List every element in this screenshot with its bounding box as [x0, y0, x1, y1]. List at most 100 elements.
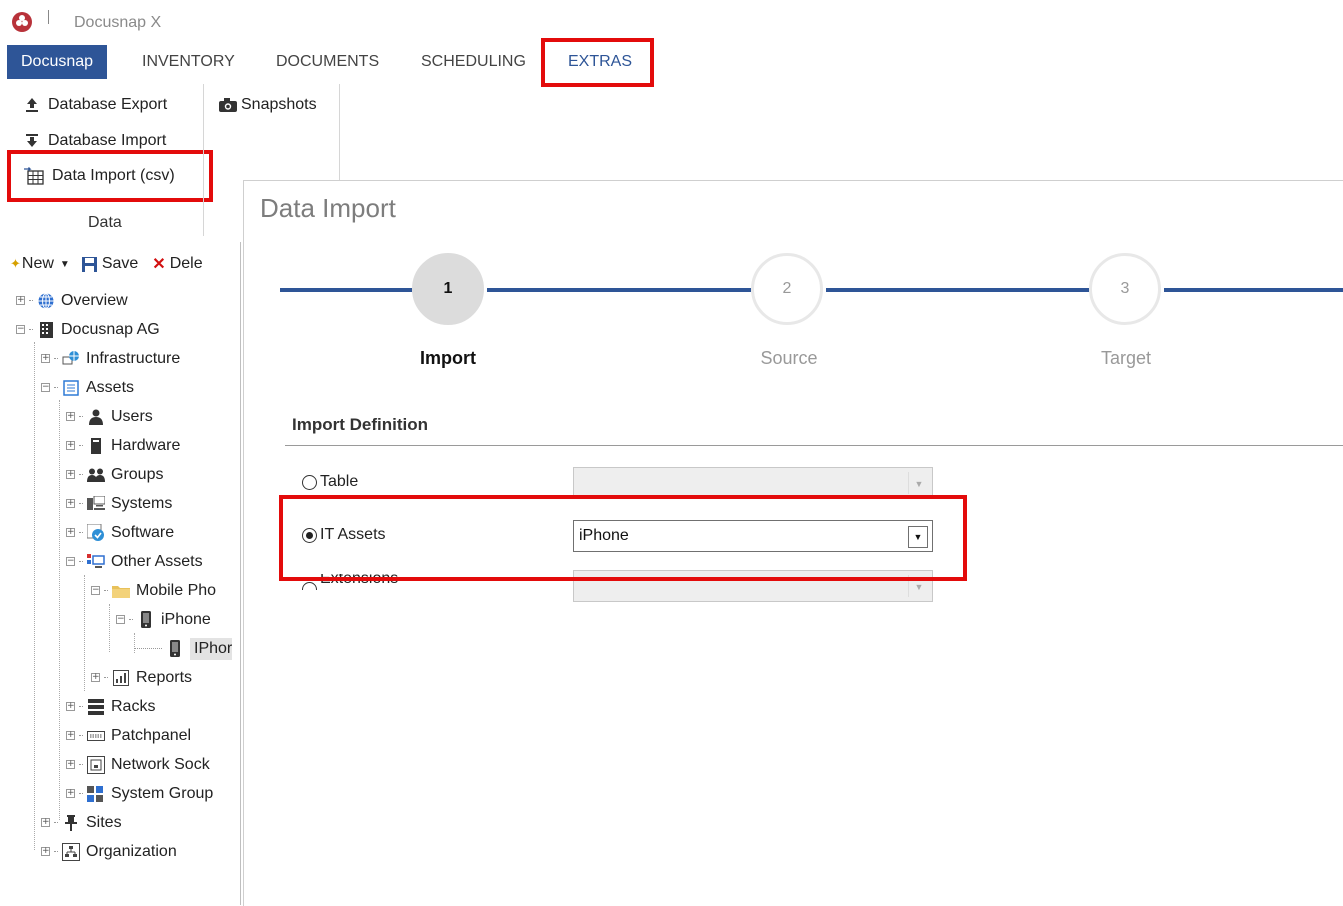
tree-item-hardware[interactable]: + Hardware	[66, 431, 180, 460]
tree-label: Organization	[86, 842, 177, 860]
highlight-extras	[541, 38, 654, 87]
assets-icon	[62, 379, 80, 397]
download-icon	[26, 134, 38, 147]
network-globe-icon	[62, 350, 80, 368]
tree-view: + Overview − Docusnap AG + Infrastructur…	[0, 286, 241, 906]
tree-item-assets[interactable]: − Assets	[41, 373, 134, 402]
delete-label: Dele	[169, 255, 203, 272]
tree-item-iphone[interactable]: IPhor	[134, 634, 233, 663]
database-export-button[interactable]: Database Export	[24, 93, 167, 117]
save-icon	[81, 256, 97, 272]
tree-label: Network Sock	[111, 755, 210, 773]
tab-scheduling[interactable]: SCHEDULING	[407, 45, 540, 79]
camera-icon	[219, 98, 237, 112]
upload-icon	[26, 98, 38, 112]
phone-icon	[166, 640, 184, 658]
tree-item-system-groups[interactable]: + System Group	[66, 779, 213, 808]
tree-label: Assets	[86, 378, 135, 396]
database-export-label: Database Export	[48, 96, 168, 113]
other-assets-icon	[87, 553, 105, 571]
wizard-step-2[interactable]: 2	[751, 253, 823, 325]
tree-item-iphone-folder[interactable]: − iPhone	[116, 605, 211, 634]
tree-label: Overview	[61, 291, 128, 309]
tree-item-network-sockets[interactable]: + Network Sock	[66, 750, 210, 779]
tree-item-users[interactable]: + Users	[66, 402, 153, 431]
tree-connector	[34, 342, 35, 850]
group-icon	[87, 466, 105, 484]
wizard-step-2-label: Source	[760, 348, 818, 368]
tree-item-software[interactable]: + Software	[66, 518, 174, 547]
wizard-step-3-label: Target	[1100, 348, 1152, 368]
tree-label: Infrastructure	[86, 349, 181, 367]
tree-item-sites[interactable]: + Sites	[41, 808, 122, 837]
software-icon	[87, 523, 105, 542]
tree-item-racks[interactable]: + Racks	[66, 692, 155, 721]
tree-item-groups[interactable]: + Groups	[66, 460, 163, 489]
section-divider	[285, 445, 1343, 446]
tree-item-systems[interactable]: + Systems	[66, 489, 172, 518]
section-title: Import Definition	[292, 415, 428, 434]
chevron-down-icon: ▼	[908, 472, 929, 494]
tree-item-organization[interactable]: + Organization	[41, 837, 177, 866]
tree-label: System Group	[111, 784, 214, 802]
tree-item-reports[interactable]: + Reports	[91, 663, 192, 692]
tree-item-mobile-phones[interactable]: − Mobile Pho	[91, 576, 216, 605]
tab-inventory[interactable]: INVENTORY	[128, 45, 249, 79]
tree-item-docusnap-ag[interactable]: − Docusnap AG	[16, 315, 160, 344]
phone-icon	[137, 611, 155, 629]
wizard-step-1[interactable]: 1	[412, 253, 484, 325]
report-icon	[112, 669, 130, 687]
delete-button[interactable]: ✕ Dele	[152, 254, 202, 274]
tree-item-other-assets[interactable]: − Other Assets	[66, 547, 203, 576]
table-option[interactable]: Table	[302, 473, 358, 491]
title-separator	[48, 10, 49, 24]
table-radio[interactable]	[302, 474, 317, 490]
dialog-title: Data Import	[260, 193, 396, 223]
highlight-data-import	[7, 150, 213, 202]
wizard-line	[826, 288, 1089, 292]
tree-label: Docusnap AG	[61, 320, 160, 338]
ribbon-separator	[339, 84, 340, 180]
chevron-down-icon: ▼	[59, 258, 70, 270]
tree-label: IPhor	[190, 637, 233, 660]
tree-label: Systems	[111, 494, 173, 512]
save-label: Save	[101, 255, 139, 272]
tree-label: Mobile Pho	[136, 581, 217, 599]
tree-label: Reports	[136, 668, 193, 686]
tree-label: iPhone	[161, 610, 211, 628]
delete-icon: ✕	[152, 256, 166, 273]
highlight-it-assets	[279, 495, 967, 581]
systems-icon	[87, 495, 105, 513]
tab-docusnap[interactable]: Docusnap	[7, 45, 108, 79]
tree-item-patchpanel[interactable]: + Patchpanel	[66, 721, 191, 750]
tree-label: Other Assets	[111, 552, 203, 570]
pin-icon	[62, 814, 80, 832]
wizard-line	[487, 288, 751, 292]
tree-label: Patchpanel	[111, 726, 192, 744]
tree-label: Sites	[86, 813, 122, 831]
rack-icon	[87, 698, 105, 716]
tree-connector	[84, 575, 85, 691]
tree-label: Racks	[111, 697, 156, 715]
org-chart-icon	[62, 842, 80, 861]
tree-connector	[109, 604, 110, 652]
ribbon-group-label: Data	[88, 214, 122, 231]
save-button[interactable]: Save	[81, 255, 139, 273]
tree-label: Users	[111, 407, 153, 425]
wizard-step-3[interactable]: 3	[1089, 253, 1161, 325]
pane-divider[interactable]	[240, 242, 241, 905]
wizard-line	[1164, 288, 1343, 292]
ribbon-separator	[203, 84, 204, 236]
tree-item-overview[interactable]: + Overview	[16, 286, 128, 315]
new-icon: ✦	[10, 256, 21, 271]
tab-documents[interactable]: DOCUMENTS	[262, 45, 393, 79]
tree-label: Software	[111, 523, 175, 541]
tree-item-infrastructure[interactable]: + Infrastructure	[41, 344, 180, 373]
wizard-step-1-label: Import	[420, 348, 476, 368]
new-button[interactable]: ✦ New ▼	[10, 255, 70, 273]
hardware-icon	[87, 437, 105, 455]
extensions-radio[interactable]	[302, 582, 317, 590]
snapshots-button[interactable]: Snapshots	[219, 93, 317, 117]
table-option-label: Table	[320, 473, 359, 490]
tree-label: Groups	[111, 465, 164, 483]
